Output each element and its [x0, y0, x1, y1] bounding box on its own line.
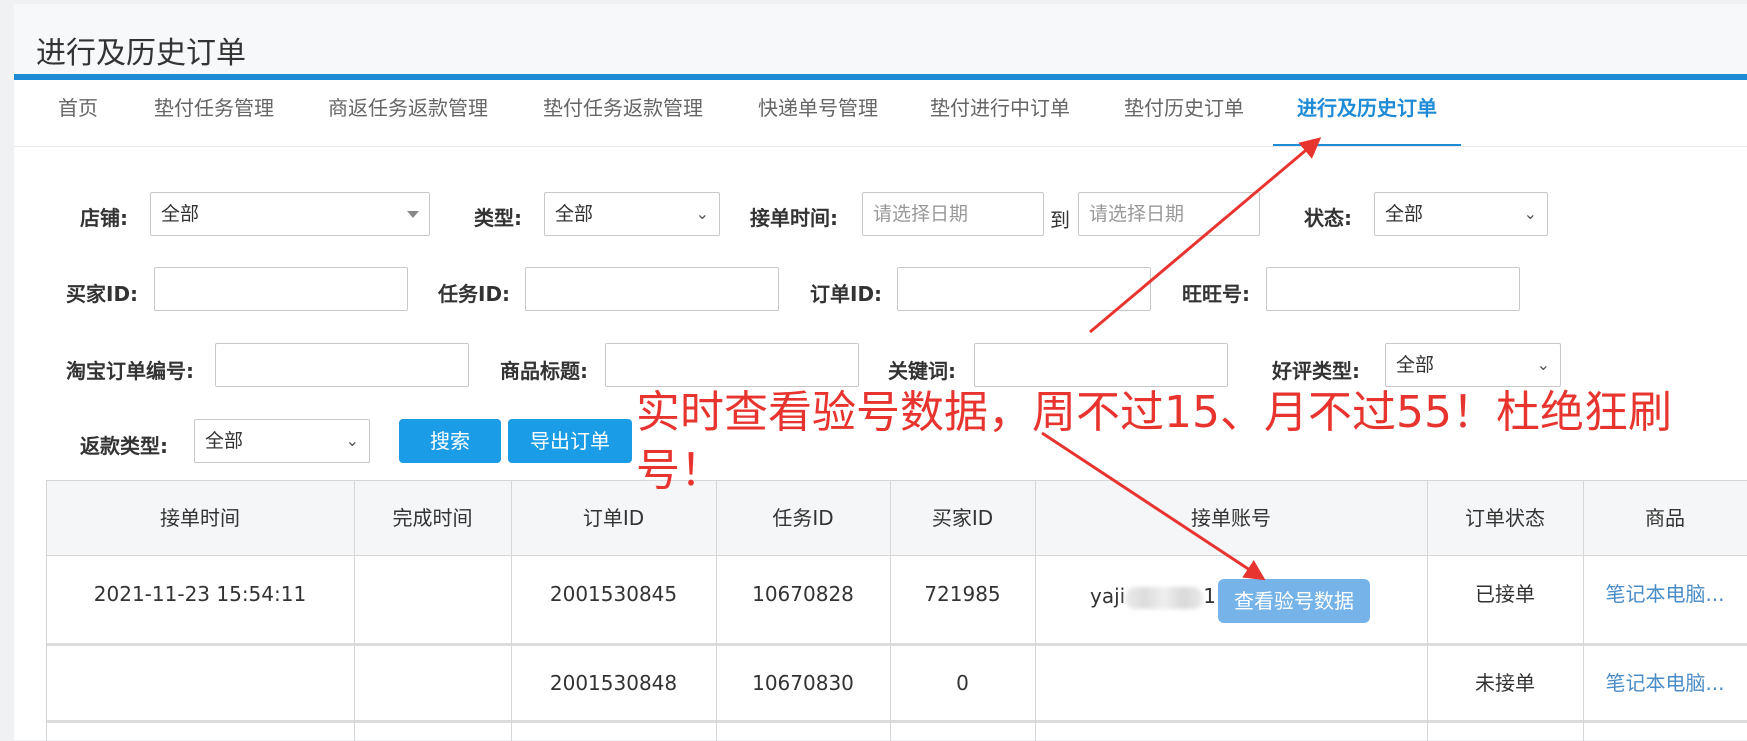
cell-buyer-id: 0	[956, 671, 969, 695]
page-title: 进行及历史订单	[36, 36, 246, 71]
search-button[interactable]: 搜索	[399, 419, 501, 463]
product-title-label: 商品标题:	[500, 359, 588, 383]
cell-order-status: 未接单	[1475, 671, 1535, 695]
tab-advance-ongoing[interactable]: 垫付进行中订单	[906, 80, 1094, 146]
cell-account	[1035, 646, 1427, 720]
cell-product-link[interactable]: 笔记本电脑...	[1583, 646, 1747, 720]
orders-table: 接单时间 完成时间 订单ID 任务ID 买家ID 接单账号 订单状态 商品 20…	[46, 480, 1747, 741]
review-type-label: 好评类型:	[1272, 359, 1360, 383]
column-divider	[354, 481, 355, 741]
end-date-input[interactable]: 请选择日期	[1078, 192, 1260, 236]
cell-buyer-id: 721985	[924, 582, 1001, 606]
keyword-label: 关键词:	[888, 359, 956, 383]
type-select-value: 全部	[555, 203, 594, 225]
type-label: 类型:	[474, 206, 522, 230]
tab-advance-history[interactable]: 垫付历史订单	[1100, 80, 1268, 146]
cell-task-id: 10670828	[752, 582, 854, 606]
cell-task-id: 10670830	[752, 671, 854, 695]
shop-select[interactable]: 全部	[150, 192, 430, 236]
cell-finish-time	[354, 555, 511, 643]
review-type-select[interactable]: 全部 ⌄	[1385, 343, 1561, 387]
cell-order-id: 2001530845	[549, 582, 678, 606]
taobao-order-label: 淘宝订单编号:	[66, 359, 194, 383]
column-divider	[716, 481, 717, 741]
column-divider	[890, 481, 891, 741]
shop-label: 店铺:	[80, 206, 128, 230]
view-verification-data-button[interactable]: 查看验号数据	[1218, 579, 1370, 623]
shop-select-value: 全部	[161, 203, 200, 225]
cell-accept-time	[46, 646, 354, 720]
column-divider	[1583, 481, 1584, 741]
tab-ongoing-history[interactable]: 进行及历史订单	[1273, 80, 1461, 146]
account-name: yaji	[1090, 584, 1126, 608]
tab-rebate-refund[interactable]: 商返任务返款管理	[304, 80, 512, 146]
chevron-down-icon: ⌄	[1523, 204, 1537, 223]
taobao-order-input[interactable]	[215, 343, 469, 387]
column-divider	[46, 481, 47, 741]
annotation-text: 实时查看验号数据，周不过15、月不过55！杜绝狂刷号！	[636, 387, 1672, 496]
date-range-to: 到	[1050, 208, 1070, 232]
column-divider	[1427, 481, 1428, 741]
account-name-suffix: 1	[1203, 584, 1216, 608]
status-label: 状态:	[1304, 206, 1352, 230]
tab-advance-refund[interactable]: 垫付任务返款管理	[519, 80, 727, 146]
page-header: 进行及历史订单	[14, 4, 1747, 80]
tab-tracking-number[interactable]: 快递单号管理	[734, 80, 902, 146]
type-select[interactable]: 全部 ⌄	[544, 192, 720, 236]
chevron-down-icon: ⌄	[695, 204, 709, 223]
tab-bar: 首页 垫付任务管理 商返任务返款管理 垫付任务返款管理 快递单号管理 垫付进行中…	[14, 80, 1747, 147]
caret-down-icon	[407, 211, 419, 218]
tab-advance-task[interactable]: 垫付任务管理	[130, 80, 298, 146]
refund-type-select[interactable]: 全部 ⌄	[194, 419, 370, 463]
status-select[interactable]: 全部 ⌄	[1374, 192, 1548, 236]
cell-order-status: 已接单	[1475, 582, 1535, 606]
column-divider	[1035, 481, 1036, 741]
start-date-input[interactable]: 请选择日期	[862, 192, 1044, 236]
col-header-finish-time: 完成时间	[354, 481, 511, 555]
accept-time-label: 接单时间:	[750, 206, 838, 230]
cell-accept-time: 2021-11-23 15:54:11	[93, 582, 307, 606]
chevron-down-icon: ⌄	[345, 431, 359, 450]
blurred-account-segment	[1125, 586, 1204, 609]
keyword-input[interactable]	[974, 343, 1228, 387]
refund-type-label: 返款类型:	[80, 434, 168, 458]
cell-finish-time	[354, 646, 511, 720]
column-divider	[511, 481, 512, 741]
cell-order-id: 2001530848	[549, 671, 678, 695]
row-divider	[46, 720, 1747, 723]
wangwang-label: 旺旺号:	[1182, 282, 1250, 306]
chevron-down-icon: ⌄	[1536, 355, 1550, 374]
export-orders-button[interactable]: 导出订单	[508, 419, 632, 463]
status-select-value: 全部	[1385, 203, 1424, 225]
cell-product-link[interactable]: 笔记本电脑...	[1583, 555, 1747, 643]
tab-home[interactable]: 首页	[34, 80, 122, 146]
order-id-label: 订单ID:	[810, 282, 883, 306]
order-id-input[interactable]	[897, 267, 1151, 311]
task-id-label: 任务ID:	[438, 282, 511, 306]
col-header-accept-time: 接单时间	[46, 481, 354, 555]
buyer-id-label: 买家ID:	[66, 282, 139, 306]
product-title-input[interactable]	[605, 343, 859, 387]
refund-type-select-value: 全部	[205, 430, 244, 452]
review-type-select-value: 全部	[1396, 354, 1435, 376]
wangwang-input[interactable]	[1266, 267, 1520, 311]
buyer-id-input[interactable]	[154, 267, 408, 311]
task-id-input[interactable]	[525, 267, 779, 311]
